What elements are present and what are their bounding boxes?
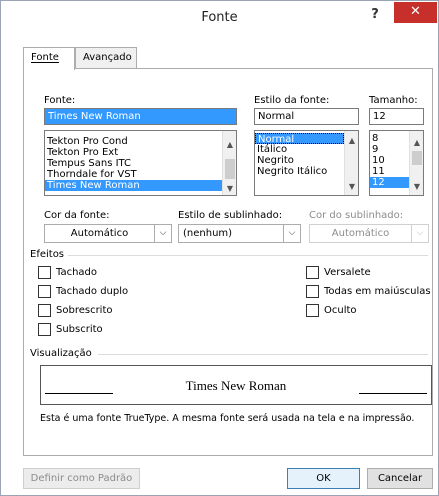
underline-style-label: Estilo de sublinhado:	[178, 210, 283, 221]
checkbox-subscrito[interactable]: Subscrito	[38, 323, 103, 337]
checkbox-label: Tachado	[56, 267, 98, 278]
font-color-label: Cor da fonte:	[44, 210, 110, 221]
preview-box: Times New Roman	[40, 365, 432, 405]
effects-divider	[68, 255, 428, 256]
checkbox-oculto[interactable]: Oculto	[306, 304, 357, 318]
preview-divider	[98, 354, 428, 355]
list-item[interactable]: Negrito	[255, 155, 358, 166]
underline-style-value: (nenhum)	[183, 228, 233, 239]
checkbox-versalete[interactable]: Versalete	[306, 266, 371, 280]
scroll-up-icon[interactable]: ▲	[345, 135, 358, 147]
list-item[interactable]: Itálico	[255, 144, 358, 155]
checkbox-box[interactable]	[38, 323, 51, 336]
title-bar: Fonte ? ✕	[1, 1, 438, 34]
list-item[interactable]: Tekton Pro Cond	[45, 136, 236, 147]
checkbox-label: Tachado duplo	[56, 286, 129, 297]
font-list[interactable]: Tekton Pro Cond Tekton Pro Ext Tempus Sa…	[44, 130, 237, 196]
checkbox-box[interactable]	[306, 304, 319, 317]
font-description: Esta é uma fonte TrueType. A mesma fonte…	[40, 413, 415, 424]
checkbox-box[interactable]	[38, 266, 51, 279]
font-label: Fonte:	[44, 95, 76, 106]
effects-label: Efeitos	[30, 249, 65, 260]
scroll-down-icon[interactable]: ▼	[345, 181, 358, 193]
list-item-selected[interactable]: Normal	[255, 133, 344, 144]
cancel-button[interactable]: Cancelar	[367, 468, 433, 489]
checkbox-label: Oculto	[324, 305, 357, 316]
list-item-selected[interactable]: Times New Roman	[45, 180, 222, 191]
scroll-up-icon[interactable]: ▲	[223, 139, 236, 151]
tab-panel-fonte: Fonte: Times New Roman Tekton Pro Cond T…	[23, 68, 433, 456]
scroll-up-icon[interactable]: ▲	[410, 137, 423, 149]
ok-button[interactable]: OK	[287, 468, 360, 489]
list-item[interactable]: Negrito Itálico	[255, 166, 358, 177]
size-input[interactable]: 12	[369, 108, 424, 125]
checkbox-sobrescrito[interactable]: Sobrescrito	[38, 304, 113, 318]
checkbox-box[interactable]	[306, 266, 319, 279]
style-list[interactable]: Normal Itálico Negrito Negrito Itálico ▲…	[254, 130, 359, 196]
checkbox-todas-maiusculas[interactable]: Todas em maiúsculas	[306, 285, 431, 299]
checkbox-label: Subscrito	[56, 324, 103, 335]
font-color-combo[interactable]: Automático ⌵	[44, 224, 172, 243]
preview-baseline-right	[359, 393, 427, 394]
checkbox-label: Versalete	[324, 267, 371, 278]
checkbox-tachado-duplo[interactable]: Tachado duplo	[38, 285, 128, 299]
list-item[interactable]: Tempus Sans ITC	[45, 158, 236, 169]
font-input[interactable]: Times New Roman	[44, 108, 237, 125]
list-item[interactable]: Tekton Pro Ext	[45, 147, 236, 158]
tab-avancado[interactable]: Avançado	[75, 47, 137, 69]
underline-color-combo: Automático ⌵	[309, 224, 429, 243]
size-label: Tamanho:	[369, 95, 418, 106]
checkbox-box[interactable]	[38, 304, 51, 317]
font-dialog: Fonte ? ✕ Fonte Avançado Fonte: Times Ne…	[0, 0, 439, 496]
set-default-button: Definir como Padrão	[23, 468, 140, 489]
size-list[interactable]: 8 9 10 11 12 ▲ ▼	[369, 130, 424, 196]
font-color-value: Automático	[70, 228, 129, 239]
list-item-selected[interactable]: 12	[370, 177, 409, 188]
list-item[interactable]: Thorndale for VST	[45, 169, 236, 180]
checkbox-label: Sobrescrito	[56, 305, 113, 316]
underline-style-combo[interactable]: (nenhum) ⌵	[178, 224, 301, 243]
checkbox-label: Todas em maiúsculas	[324, 286, 431, 297]
checkbox-tachado[interactable]: Tachado	[38, 266, 97, 280]
checkbox-box[interactable]	[306, 285, 319, 298]
scroll-thumb[interactable]	[412, 151, 422, 165]
chevron-down-icon[interactable]: ⌵	[154, 225, 171, 242]
tab-fonte[interactable]: Fonte	[23, 47, 75, 70]
help-button[interactable]: ?	[366, 7, 384, 25]
preview-sample-text: Times New Roman	[185, 378, 287, 393]
size-list-scrollbar[interactable]: ▲ ▼	[409, 131, 423, 195]
close-icon: ✕	[410, 4, 421, 19]
close-button[interactable]: ✕	[394, 2, 437, 23]
style-list-scrollbar[interactable]: ▲ ▼	[344, 131, 358, 195]
scroll-down-icon[interactable]: ▼	[223, 183, 236, 195]
style-label: Estilo da fonte:	[254, 95, 330, 106]
checkbox-box[interactable]	[38, 285, 51, 298]
underline-color-label: Cor do sublinhado:	[309, 210, 404, 221]
scroll-thumb[interactable]	[225, 159, 235, 179]
underline-color-value: Automático	[331, 228, 390, 239]
scroll-down-icon[interactable]: ▼	[410, 181, 423, 193]
chevron-down-icon: ⌵	[411, 225, 428, 242]
font-list-scrollbar[interactable]: ▲ ▼	[222, 131, 236, 195]
chevron-down-icon[interactable]: ⌵	[283, 225, 300, 242]
preview-label: Visualização	[30, 348, 92, 359]
style-input[interactable]: Normal	[254, 108, 359, 125]
